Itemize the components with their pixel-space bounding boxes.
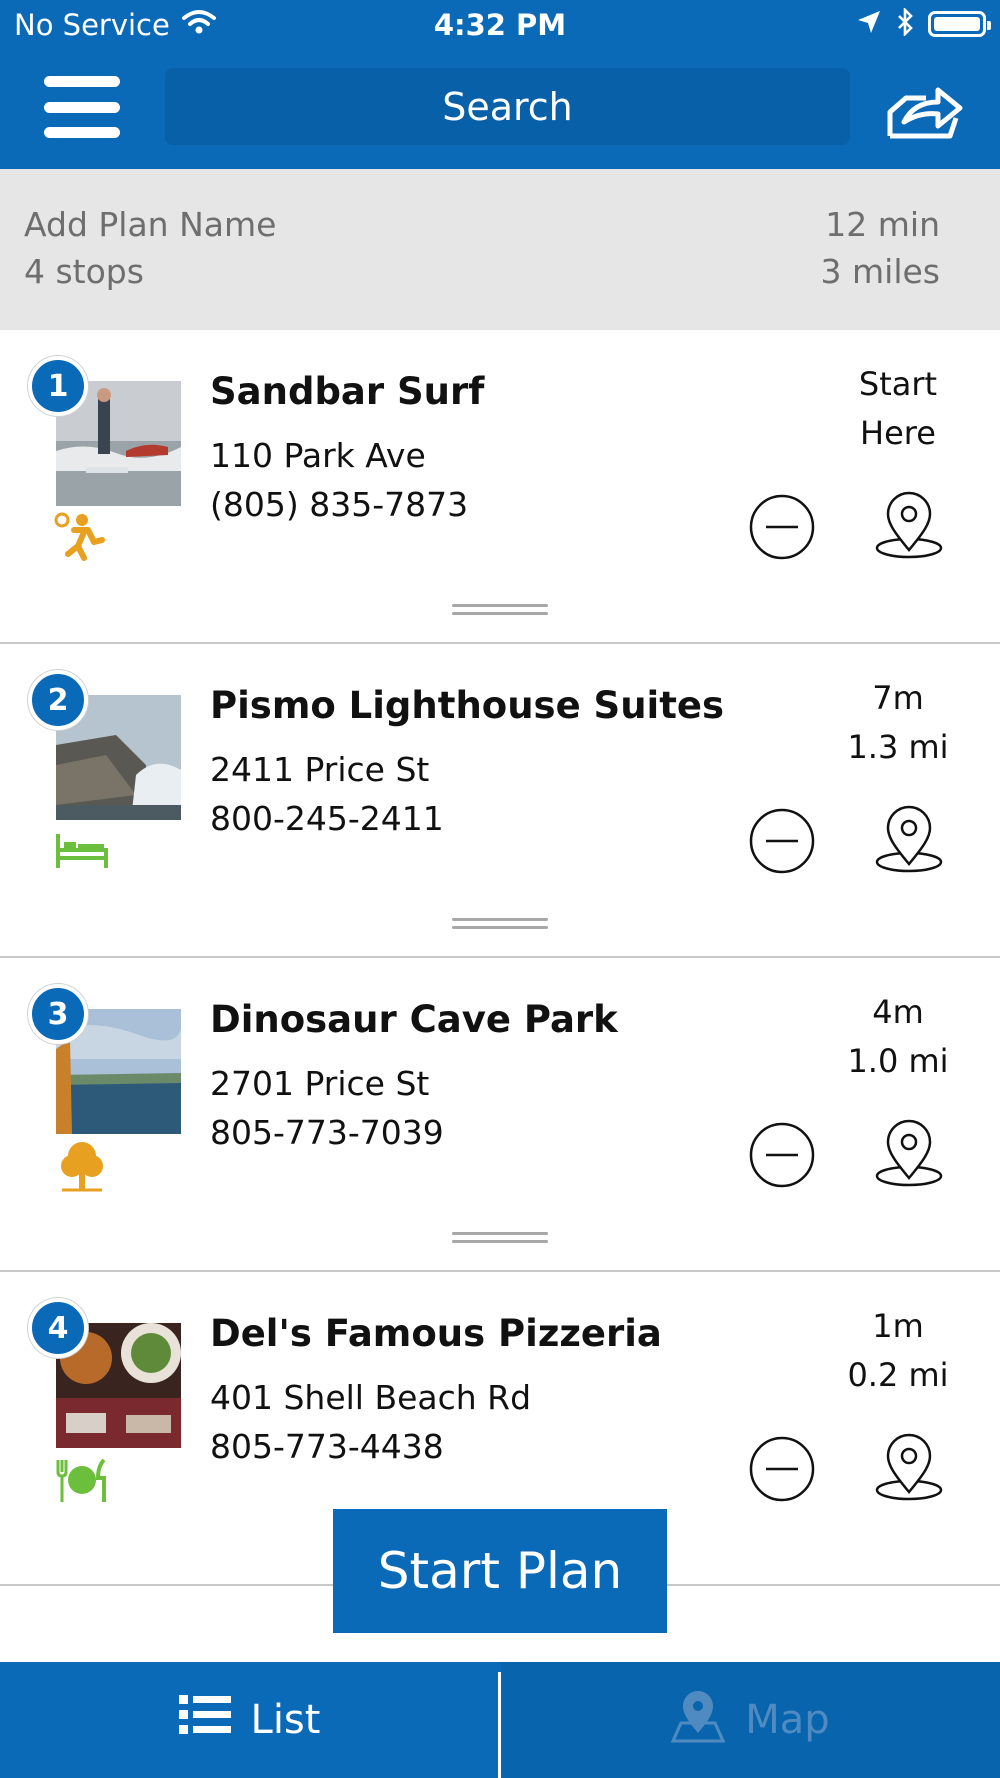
stop-address: 401 Shell Beach Rd xyxy=(210,1378,532,1417)
search-input[interactable]: Search xyxy=(165,68,850,145)
stop-number-badge: 2 xyxy=(28,670,88,730)
stop-distance-line2: Here xyxy=(860,414,936,452)
map-pin-icon[interactable] xyxy=(874,1432,944,1502)
tab-map-label: Map xyxy=(745,1697,830,1743)
remove-stop-icon[interactable] xyxy=(748,493,816,561)
app-header: No Service 4:32 PM Search xyxy=(0,0,1000,169)
drag-handle[interactable] xyxy=(452,604,548,616)
drag-handle[interactable] xyxy=(452,1232,548,1244)
map-pin-icon[interactable] xyxy=(874,804,944,874)
plan-name-field[interactable]: Add Plan Name xyxy=(24,205,276,244)
stop-distance: 7m 1.3 mi xyxy=(830,674,966,772)
stop-address: 2701 Price St xyxy=(210,1064,430,1103)
stop-row[interactable]: 3 Dinosaur Cave Park 2701 Price St 805-7… xyxy=(0,958,1000,1272)
map-location-icon xyxy=(670,1687,726,1753)
drag-handle[interactable] xyxy=(452,918,548,930)
stop-number-badge: 3 xyxy=(28,984,88,1044)
stop-distance: Start Here xyxy=(830,360,966,458)
tab-list[interactable]: List xyxy=(0,1662,499,1778)
stop-number-badge: 4 xyxy=(28,1298,88,1358)
remove-stop-icon[interactable] xyxy=(748,807,816,875)
stop-name[interactable]: Del's Famous Pizzeria xyxy=(210,1312,662,1355)
remove-stop-icon[interactable] xyxy=(748,1435,816,1503)
list-icon xyxy=(178,1693,231,1747)
status-time: 4:32 PM xyxy=(433,8,567,42)
plan-distance: 3 miles xyxy=(820,252,940,291)
stop-row[interactable]: 1 Sandbar Surf 110 Park Ave (805) 835-78… xyxy=(0,330,1000,644)
stop-number-badge: 1 xyxy=(28,356,88,416)
stop-distance-line1: 4m xyxy=(872,993,924,1031)
stop-address: 110 Park Ave xyxy=(210,436,426,475)
plan-summary: Add Plan Name 4 stops 12 min 3 miles xyxy=(0,169,1000,330)
stop-distance-line2: 1.0 mi xyxy=(847,1042,949,1080)
location-arrow-icon xyxy=(856,9,882,39)
stop-distance-line1: 1m xyxy=(872,1307,924,1345)
bottom-tab-bar: List Map xyxy=(0,1662,1000,1778)
tab-map[interactable]: Map xyxy=(501,1662,1000,1778)
plan-duration: 12 min xyxy=(825,205,940,244)
stop-distance-line2: 1.3 mi xyxy=(847,728,949,766)
map-pin-icon[interactable] xyxy=(874,490,944,560)
stop-distance-line2: 0.2 mi xyxy=(847,1356,949,1394)
stop-name[interactable]: Sandbar Surf xyxy=(210,370,484,413)
stop-name[interactable]: Dinosaur Cave Park xyxy=(210,998,618,1041)
bluetooth-icon xyxy=(896,6,914,40)
stop-distance-line1: Start xyxy=(858,365,938,403)
plan-stop-count: 4 stops xyxy=(24,252,144,291)
stop-phone[interactable]: 805-773-4438 xyxy=(210,1427,444,1466)
status-right xyxy=(856,6,991,40)
stop-distance-line1: 7m xyxy=(872,679,924,717)
stop-phone[interactable]: 800-245-2411 xyxy=(210,799,444,838)
stop-row[interactable]: 2 Pismo Lighthouse Suites 2411 Price St … xyxy=(0,644,1000,958)
park-tree-icon xyxy=(54,1138,110,1194)
stop-phone[interactable]: 805-773-7039 xyxy=(210,1113,444,1152)
start-plan-button[interactable]: Start Plan xyxy=(333,1509,667,1633)
battery-icon xyxy=(928,11,991,37)
map-pin-icon[interactable] xyxy=(874,1118,944,1188)
dining-icon xyxy=(54,1452,110,1508)
stop-name[interactable]: Pismo Lighthouse Suites xyxy=(210,684,724,727)
lodging-icon xyxy=(54,824,110,880)
stop-phone[interactable]: (805) 835-7873 xyxy=(210,485,468,524)
remove-stop-icon[interactable] xyxy=(748,1121,816,1189)
stop-address: 2411 Price St xyxy=(210,750,430,789)
stop-distance: 1m 0.2 mi xyxy=(830,1302,966,1400)
hamburger-menu-icon[interactable] xyxy=(44,72,120,142)
tab-list-label: List xyxy=(250,1697,321,1743)
activity-icon xyxy=(54,510,110,566)
share-icon[interactable] xyxy=(884,78,964,142)
stop-distance: 4m 1.0 mi xyxy=(830,988,966,1086)
